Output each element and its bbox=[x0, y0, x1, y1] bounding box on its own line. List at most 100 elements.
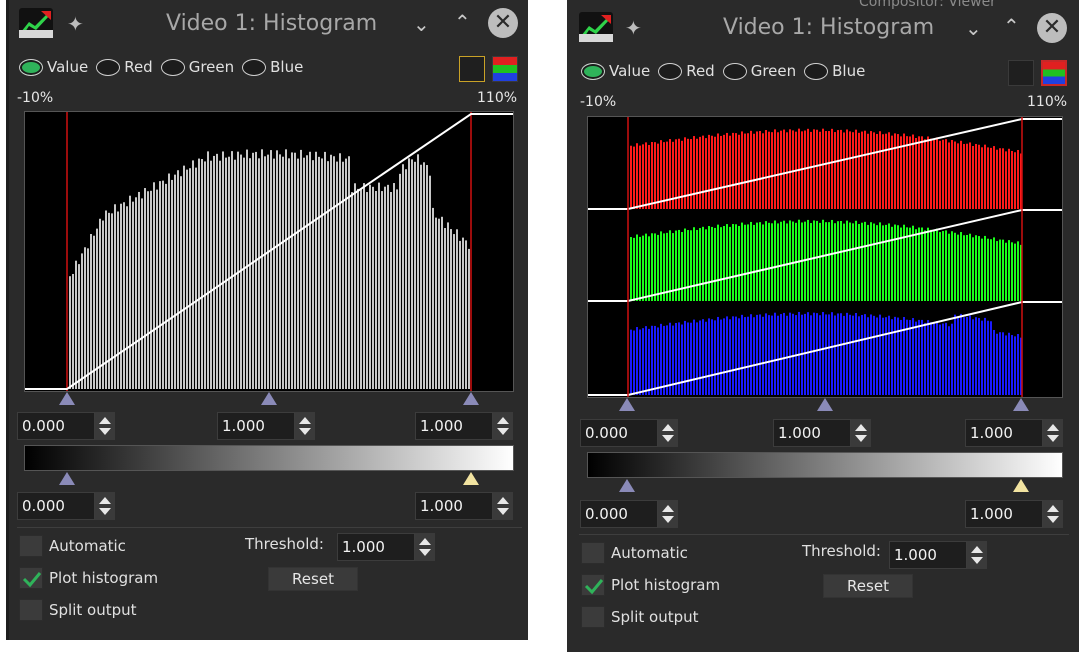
input-high-spinbox[interactable]: 1.000 bbox=[965, 419, 1063, 447]
plot-histogram-checkbox[interactable] bbox=[19, 567, 43, 589]
close-icon[interactable]: ✕ bbox=[488, 8, 518, 38]
spin-down-icon[interactable] bbox=[299, 428, 311, 435]
spin-up-icon[interactable] bbox=[497, 417, 509, 424]
spin-down-icon[interactable] bbox=[971, 557, 983, 564]
radio-red[interactable] bbox=[96, 58, 121, 76]
output-low-slider[interactable] bbox=[619, 479, 635, 492]
input-high-spinbox[interactable]: 1.000 bbox=[415, 412, 513, 440]
rgb-mode-button[interactable] bbox=[492, 56, 518, 82]
input-low-slider[interactable] bbox=[59, 392, 75, 405]
input-gamma-field[interactable]: 1.000 bbox=[773, 419, 851, 447]
spin-arrows[interactable] bbox=[851, 419, 871, 447]
spin-up-icon[interactable] bbox=[662, 505, 674, 512]
output-low-slider[interactable] bbox=[59, 472, 75, 485]
spin-arrows[interactable] bbox=[95, 492, 115, 520]
spin-down-icon[interactable] bbox=[419, 549, 431, 556]
input-low-spinbox[interactable]: 0.000 bbox=[17, 412, 115, 440]
input-low-field[interactable]: 0.000 bbox=[17, 412, 95, 440]
title-bar[interactable]: ✦ Video 1: Histogram ⌄ ⌃ ✕ bbox=[567, 0, 1079, 50]
radio-green[interactable] bbox=[722, 62, 747, 80]
spin-up-icon[interactable] bbox=[855, 424, 867, 431]
input-low-field[interactable]: 0.000 bbox=[580, 419, 658, 447]
pin-icon[interactable]: ✦ bbox=[67, 12, 84, 36]
input-gamma-slider[interactable] bbox=[817, 398, 833, 411]
split-output-checkbox[interactable] bbox=[581, 606, 605, 628]
output-high-slider[interactable] bbox=[1013, 479, 1029, 492]
radio-blue[interactable] bbox=[804, 62, 829, 80]
threshold-spinbox[interactable]: 1.000 bbox=[889, 541, 987, 569]
radio-green[interactable] bbox=[160, 58, 185, 76]
spin-up-icon[interactable] bbox=[99, 417, 111, 424]
maximize-icon[interactable]: ⌃ bbox=[454, 12, 471, 32]
spin-arrows[interactable] bbox=[493, 492, 513, 520]
spin-down-icon[interactable] bbox=[1047, 516, 1059, 523]
output-high-spinbox[interactable]: 1.000 bbox=[965, 500, 1063, 528]
output-high-spinbox[interactable]: 1.000 bbox=[415, 492, 513, 520]
spin-arrows[interactable] bbox=[95, 412, 115, 440]
output-low-spinbox[interactable]: 0.000 bbox=[17, 492, 115, 520]
input-high-field[interactable]: 1.000 bbox=[965, 419, 1043, 447]
spin-up-icon[interactable] bbox=[1047, 505, 1059, 512]
input-gamma-spinbox[interactable]: 1.000 bbox=[217, 412, 315, 440]
spin-arrows[interactable] bbox=[658, 419, 678, 447]
title-bar[interactable]: ✦ Video 1: Histogram ⌄ ⌃ ✕ bbox=[9, 0, 528, 50]
spin-down-icon[interactable] bbox=[497, 428, 509, 435]
spin-down-icon[interactable] bbox=[662, 435, 674, 442]
automatic-checkbox[interactable] bbox=[19, 535, 43, 557]
spin-up-icon[interactable] bbox=[419, 538, 431, 545]
reset-button[interactable]: Reset bbox=[823, 574, 913, 598]
minimize-icon[interactable]: ⌄ bbox=[413, 14, 430, 34]
output-high-field[interactable]: 1.000 bbox=[415, 492, 493, 520]
minimize-icon[interactable]: ⌄ bbox=[965, 18, 982, 38]
spin-up-icon[interactable] bbox=[299, 417, 311, 424]
automatic-checkbox[interactable] bbox=[581, 542, 605, 564]
spin-arrows[interactable] bbox=[1043, 419, 1063, 447]
radio-value[interactable] bbox=[581, 62, 605, 80]
spin-down-icon[interactable] bbox=[662, 516, 674, 523]
input-high-field[interactable]: 1.000 bbox=[415, 412, 493, 440]
spin-arrows[interactable] bbox=[493, 412, 513, 440]
input-gamma-slider[interactable] bbox=[261, 392, 277, 405]
threshold-spinbox[interactable]: 1.000 bbox=[337, 533, 435, 561]
output-low-field[interactable]: 0.000 bbox=[17, 492, 95, 520]
output-low-spinbox[interactable]: 0.000 bbox=[580, 500, 678, 528]
input-gamma-field[interactable]: 1.000 bbox=[217, 412, 295, 440]
threshold-field[interactable]: 1.000 bbox=[337, 533, 415, 561]
spin-up-icon[interactable] bbox=[971, 546, 983, 553]
pin-icon[interactable]: ✦ bbox=[625, 16, 642, 40]
input-high-slider[interactable] bbox=[1013, 398, 1029, 411]
spin-up-icon[interactable] bbox=[662, 424, 674, 431]
spin-up-icon[interactable] bbox=[1047, 424, 1059, 431]
spin-arrows[interactable] bbox=[415, 533, 435, 561]
spin-up-icon[interactable] bbox=[99, 497, 111, 504]
threshold-field[interactable]: 1.000 bbox=[889, 541, 967, 569]
radio-value[interactable] bbox=[19, 58, 43, 76]
value-mode-button[interactable] bbox=[1008, 60, 1034, 86]
spin-down-icon[interactable] bbox=[855, 435, 867, 442]
spin-down-icon[interactable] bbox=[497, 508, 509, 515]
spin-arrows[interactable] bbox=[1043, 500, 1063, 528]
spin-down-icon[interactable] bbox=[99, 428, 111, 435]
input-low-spinbox[interactable]: 0.000 bbox=[580, 419, 678, 447]
spin-down-icon[interactable] bbox=[1047, 435, 1059, 442]
reset-button[interactable]: Reset bbox=[268, 567, 358, 591]
value-mode-button[interactable] bbox=[459, 56, 485, 82]
rgb-mode-button[interactable] bbox=[1041, 60, 1067, 86]
radio-blue[interactable] bbox=[242, 58, 267, 76]
input-low-slider[interactable] bbox=[619, 398, 635, 411]
input-high-slider[interactable] bbox=[463, 392, 479, 405]
close-icon[interactable]: ✕ bbox=[1037, 13, 1067, 43]
split-output-checkbox[interactable] bbox=[19, 599, 43, 621]
output-low-field[interactable]: 0.000 bbox=[580, 500, 658, 528]
spin-arrows[interactable] bbox=[967, 541, 987, 569]
radio-red[interactable] bbox=[658, 62, 683, 80]
histogram-plot[interactable] bbox=[587, 116, 1063, 398]
output-high-field[interactable]: 1.000 bbox=[965, 500, 1043, 528]
spin-arrows[interactable] bbox=[295, 412, 315, 440]
spin-arrows[interactable] bbox=[658, 500, 678, 528]
maximize-icon[interactable]: ⌃ bbox=[1003, 16, 1020, 36]
spin-down-icon[interactable] bbox=[99, 508, 111, 515]
histogram-plot[interactable] bbox=[24, 111, 514, 392]
input-gamma-spinbox[interactable]: 1.000 bbox=[773, 419, 871, 447]
plot-histogram-checkbox[interactable] bbox=[581, 574, 605, 596]
